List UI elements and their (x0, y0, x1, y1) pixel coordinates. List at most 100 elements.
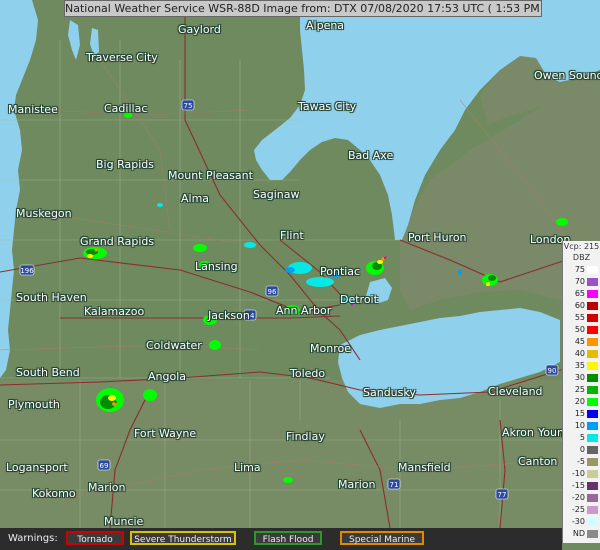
legend-value: 30 (574, 373, 585, 382)
legend-value: 75 (574, 265, 585, 274)
legend-row: -20 (563, 493, 600, 503)
legend-swatch (587, 338, 598, 346)
city-label: Monroe (310, 342, 351, 355)
legend-swatch (587, 494, 598, 502)
dbz-legend: Vcp: 215 DBZ 75 70 65 60 55 50 45 40 35 30 25 20 15 1… (562, 241, 600, 543)
city-label: Marion (338, 478, 376, 491)
legend-row: -25 (563, 505, 600, 515)
city-label: Alma (181, 192, 210, 205)
legend-swatch (587, 518, 598, 526)
shield-196-label: 196 (20, 267, 34, 275)
legend-value: 50 (574, 325, 585, 334)
legend-row: -15 (563, 481, 600, 491)
legend-swatch (587, 530, 598, 538)
city-label: Muskegon (16, 207, 72, 220)
legend-value: -10 (571, 469, 585, 478)
legend-swatch (587, 362, 598, 370)
legend-value: 40 (574, 349, 585, 358)
legend-row: -5 (563, 457, 600, 467)
city-label: Youn (538, 426, 564, 439)
city-label: Detroit (340, 293, 378, 306)
city-label: Big Rapids (96, 158, 154, 171)
legend-row: -10 (563, 469, 600, 479)
city-label: Grand Rapids (80, 235, 155, 248)
legend-value: 5 (579, 433, 585, 442)
city-label: Alpena (306, 19, 345, 32)
legend-value: -5 (577, 457, 585, 466)
city-label: Angola (148, 370, 187, 383)
city-label: Saginaw (253, 188, 300, 201)
city-label: Tawas City (298, 100, 357, 113)
legend-row: 30 (563, 373, 600, 383)
legend-value: 60 (574, 301, 585, 310)
legend-row: -30 (563, 517, 600, 527)
legend-row: 10 (563, 421, 600, 431)
legend-swatch (587, 302, 598, 310)
city-label: Flint (280, 229, 304, 242)
legend-unit: DBZ (572, 253, 591, 262)
city-label: Canton (518, 455, 558, 468)
legend-swatch (587, 278, 598, 286)
city-label: Jackson (208, 309, 250, 322)
city-label: Cadillac (104, 102, 148, 115)
legend-swatch (587, 422, 598, 430)
legend-row: 25 (563, 385, 600, 395)
shield-96-label: 96 (268, 288, 277, 296)
legend-row: 15 (563, 409, 600, 419)
legend-swatch (587, 410, 598, 418)
shield-75: 75 (181, 99, 195, 111)
city-label: Traverse City (86, 51, 158, 64)
legend-swatch (587, 482, 598, 490)
shield-75-label: 75 (184, 102, 193, 110)
city-label: Findlay (286, 430, 325, 443)
city-label: Ann Arbor (276, 304, 332, 317)
city-label: Mount Pleasant (168, 169, 253, 182)
city-label: Logansport (6, 461, 68, 474)
city-label: Pontiac (320, 265, 361, 278)
legend-value: 35 (574, 361, 585, 370)
legend-value: 0 (579, 445, 585, 454)
shield-96: 96 (265, 285, 279, 297)
shield-77: 77 (495, 488, 509, 500)
legend-value: 25 (574, 385, 585, 394)
city-label: Manistee (8, 103, 58, 116)
legend-row: ND (563, 529, 600, 539)
city-label: Marion (88, 481, 126, 494)
city-label: Kalamazoo (84, 305, 145, 318)
city-label: Kokomo (32, 487, 76, 500)
city-label: Cleveland (488, 385, 543, 398)
shield-71: 71 (387, 478, 401, 490)
legend-value: -15 (571, 481, 585, 490)
legend-swatch (587, 434, 598, 442)
warning-flash-flood[interactable]: Flash Flood (254, 531, 322, 545)
legend-value: ND (572, 529, 585, 538)
legend-row: 50 (563, 325, 600, 335)
legend-row: 55 (563, 313, 600, 323)
shield-90: 90 (545, 364, 559, 376)
legend-swatch (587, 350, 598, 358)
warning-tornado[interactable]: Tornado (66, 531, 124, 545)
warning-special-marine[interactable]: Special Marine (340, 531, 424, 545)
city-label: South Bend (16, 366, 80, 379)
radar-map: 196 75 96 94 69 71 77 90 (0, 0, 600, 550)
legend-swatch (587, 374, 598, 382)
legend-value: -25 (571, 505, 585, 514)
legend-row: 0 (563, 445, 600, 455)
legend-swatch (587, 386, 598, 394)
city-label: Bad Axe (348, 149, 394, 162)
shield-69-label: 69 (100, 462, 109, 470)
legend-swatch (587, 470, 598, 478)
legend-row: 45 (563, 337, 600, 347)
legend-row: 65 (563, 289, 600, 299)
city-label: Akron (502, 426, 534, 439)
city-label: Toledo (290, 367, 326, 380)
legend-value: -30 (571, 517, 585, 526)
page-title: National Weather Service WSR-88D Image f… (64, 0, 542, 17)
legend-row: 75 (563, 265, 600, 275)
warning-severe-thunderstorm[interactable]: Severe Thunderstorm (130, 531, 236, 545)
legend-row: 60 (563, 301, 600, 311)
legend-row: 5 (563, 433, 600, 443)
city-label: Owen Sound (534, 69, 600, 82)
legend-value: -20 (571, 493, 585, 502)
city-label: Gaylord (178, 23, 221, 36)
